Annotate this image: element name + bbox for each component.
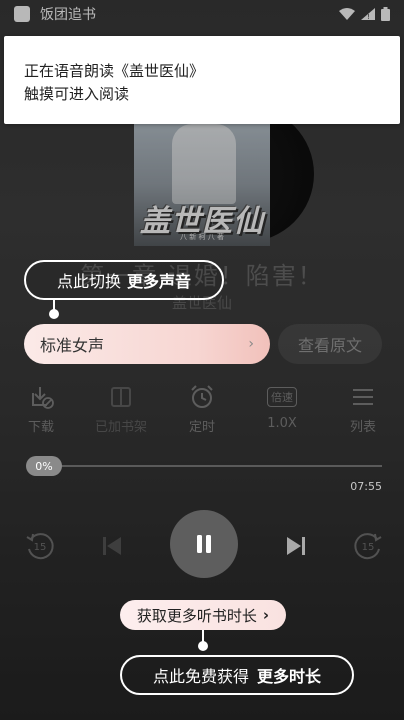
- rewind-seconds: 15: [34, 542, 47, 553]
- forward-15-button[interactable]: 15: [350, 528, 386, 564]
- list-icon: [353, 389, 373, 405]
- alarm-clock-icon: [191, 385, 213, 408]
- timer-button[interactable]: 定时: [167, 382, 237, 435]
- notification-line-1: 正在语音朗读《盖世医仙》: [24, 62, 205, 80]
- progress-thumb[interactable]: 0%: [26, 456, 62, 476]
- switch-voice-tip-prefix: 点此切换: [56, 272, 121, 291]
- earn-dot: [198, 641, 208, 651]
- pause-button[interactable]: [170, 510, 238, 578]
- playback-notification[interactable]: 正在语音朗读《盖世医仙》 触摸可进入阅读: [4, 36, 400, 124]
- shelf-label: 已加书架: [94, 420, 147, 435]
- view-original-button[interactable]: 查看原文: [278, 324, 382, 364]
- earn-label: 获取更多听书时长: [136, 606, 257, 625]
- speed-label: 1.0X: [267, 416, 297, 431]
- add-to-shelf-button[interactable]: 已加书架: [86, 382, 156, 435]
- speed-button[interactable]: 倍速 1.0X: [247, 382, 317, 431]
- bookshelf-icon: [111, 387, 131, 407]
- download-label: 下载: [27, 420, 54, 435]
- tip-dot: [49, 309, 59, 319]
- total-time: 07:55: [350, 480, 382, 493]
- timer-label: 定时: [188, 420, 215, 435]
- speed-badge: 倍速: [267, 387, 297, 407]
- get-more-listening-time-button[interactable]: 获取更多听书时长 ›: [120, 600, 286, 630]
- skip-next-icon: [287, 537, 305, 555]
- voice-selected-label: 标准女声: [40, 336, 105, 355]
- next-button[interactable]: [280, 530, 312, 562]
- forward-15-icon: 15: [354, 533, 382, 560]
- skip-previous-icon: [103, 537, 121, 555]
- voice-selector[interactable]: 标准女声 ›: [24, 324, 270, 364]
- switch-voice-tip[interactable]: 点此切换 更多声音: [24, 260, 224, 300]
- list-label: 列表: [349, 420, 376, 435]
- free-time-tip[interactable]: 点此免费获得 更多时长: [120, 655, 354, 695]
- progress-track[interactable]: [28, 465, 382, 467]
- download-button[interactable]: 下载: [6, 382, 76, 435]
- list-button[interactable]: 列表: [328, 382, 398, 435]
- download-icon: [32, 387, 54, 409]
- switch-voice-tip-bold: 更多声音: [127, 272, 192, 291]
- pause-icon: [197, 535, 211, 553]
- forward-seconds: 15: [362, 542, 375, 553]
- chevron-right-icon: ›: [262, 606, 270, 624]
- chevron-right-icon: ›: [248, 336, 254, 352]
- rewind-15-button[interactable]: 15: [22, 528, 58, 564]
- previous-button[interactable]: [96, 530, 128, 562]
- rewind-15-icon: 15: [26, 533, 54, 560]
- free-time-tip-prefix: 点此免费获得: [152, 667, 249, 686]
- free-time-tip-bold: 更多时长: [257, 667, 322, 686]
- notification-line-2: 触摸可进入阅读: [24, 85, 130, 103]
- tool-row: 下载 已加书架 定时 倍速 1.0X 列表: [0, 382, 404, 438]
